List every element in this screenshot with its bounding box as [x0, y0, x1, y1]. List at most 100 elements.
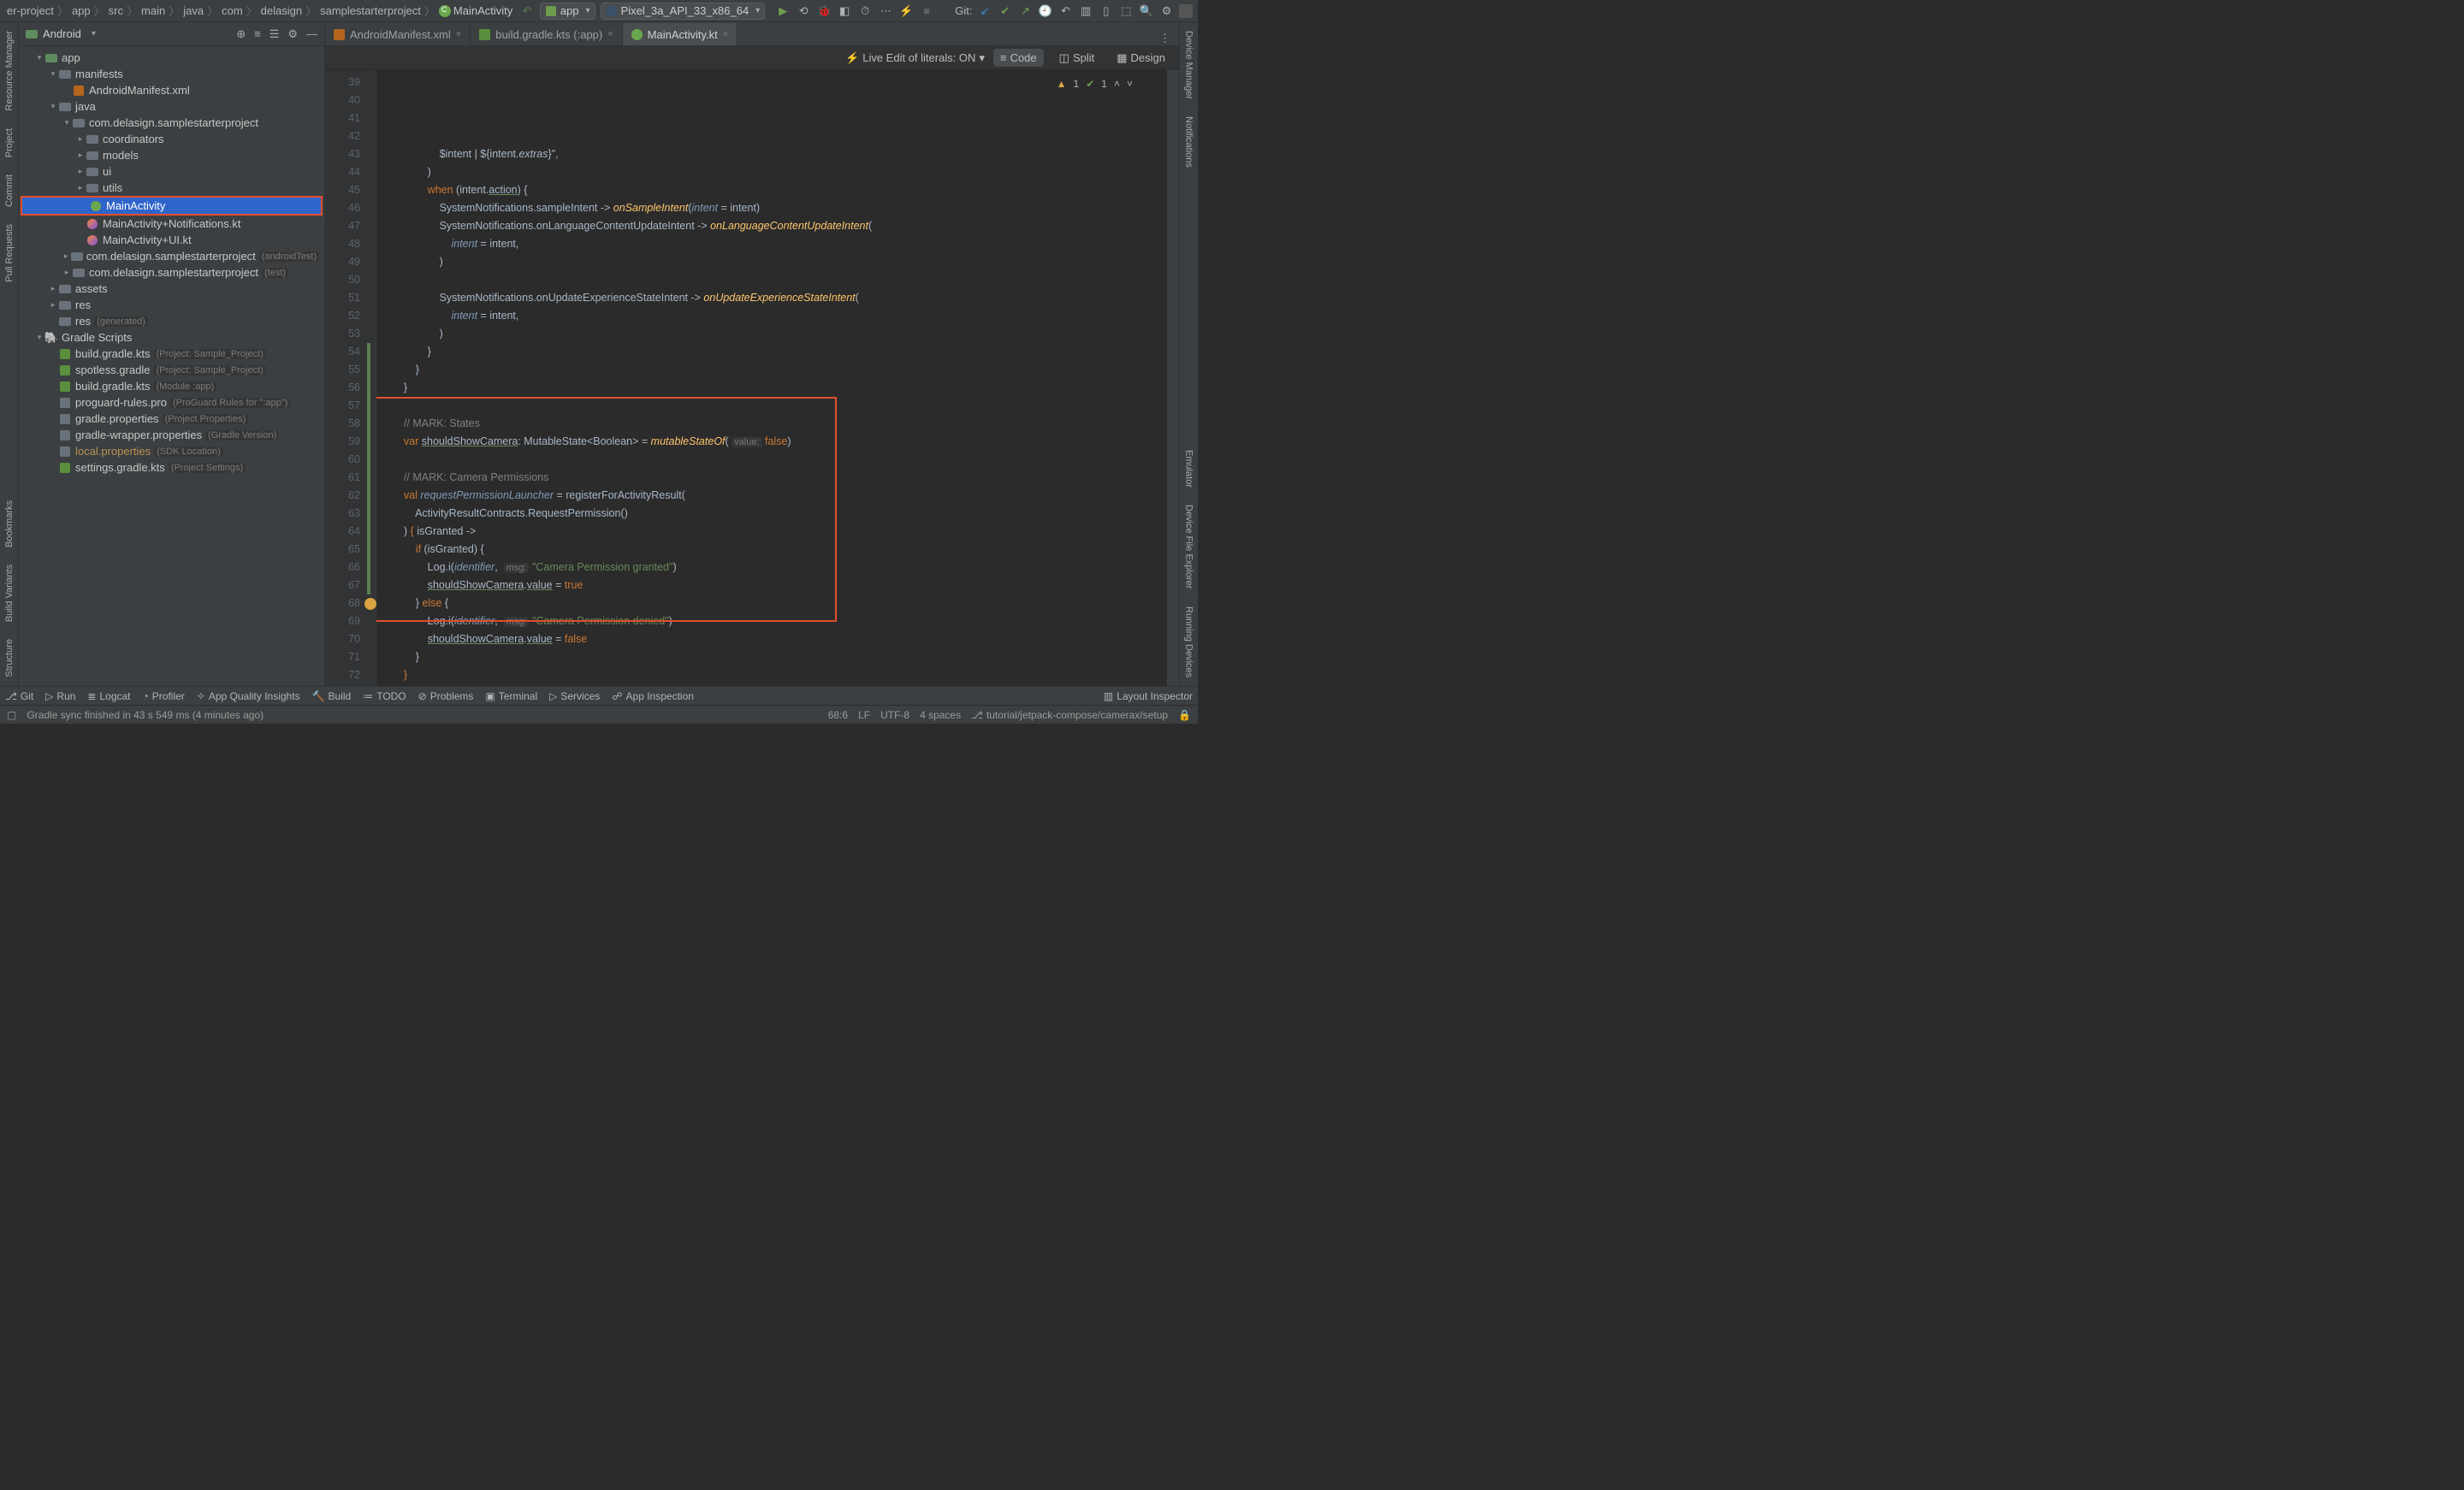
toolwindow-terminal[interactable]: ▣ Terminal — [485, 690, 537, 702]
avd-icon[interactable]: ▥ — [1078, 3, 1093, 19]
toolwindow-structure[interactable]: Structure — [3, 630, 16, 686]
crumb[interactable]: com — [220, 4, 245, 17]
toolwindow-bookmarks[interactable]: Bookmarks — [3, 492, 16, 556]
toolwindow-git[interactable]: ⎇ Git — [5, 690, 33, 702]
toolwindow-emulator[interactable]: Emulator — [1182, 441, 1196, 496]
debug-icon[interactable]: 🐞 — [816, 3, 832, 19]
gear-icon[interactable]: ⚙ — [287, 27, 298, 41]
toolwindow-problems[interactable]: ⊘ Problems — [418, 690, 474, 702]
editor-tab[interactable]: build.gradle.kts (:app)× — [471, 23, 622, 45]
hide-icon[interactable]: — — [306, 27, 317, 41]
crumb[interactable]: delasign — [259, 4, 304, 17]
crumb[interactable]: samplestarterproject — [318, 4, 423, 17]
view-split-button[interactable]: ◫ Split — [1052, 49, 1102, 68]
crumb[interactable]: src — [107, 4, 125, 17]
toolwindow-app-inspection[interactable]: ☍ App Inspection — [612, 690, 694, 702]
chevron-down-icon[interactable]: ˅ — [1127, 75, 1133, 93]
code-editor[interactable]: ▲1 ✔1 ˄ ˅ $intent | ${intent.extras}", )… — [376, 70, 1167, 686]
toolwindow-build[interactable]: 🔨 Build — [312, 690, 352, 702]
package-icon — [71, 251, 83, 263]
run-config-selector[interactable]: app — [540, 3, 595, 20]
tabs-more-icon[interactable]: ⋮ — [1151, 32, 1179, 45]
settings-icon[interactable]: ⚙ — [1159, 3, 1175, 19]
toolwindow-device-file-explorer[interactable]: Device File Explorer — [1182, 496, 1196, 597]
tree-node-mainactivity[interactable]: MainActivity — [22, 198, 321, 214]
crumb[interactable]: main — [139, 4, 167, 17]
toolwindows-toggle-icon[interactable]: ▢ — [7, 709, 16, 721]
toolwindow-run[interactable]: ▷ Run — [45, 690, 75, 702]
target-icon[interactable]: ⊕ — [236, 27, 246, 41]
crumb[interactable]: er-project — [5, 4, 56, 17]
crumb[interactable]: java — [181, 4, 205, 17]
editor-tab[interactable]: AndroidManifest.xml× — [325, 23, 471, 45]
view-code-button[interactable]: ≡ Code — [993, 49, 1044, 67]
inspection-widget[interactable]: ▲1 ✔1 ˄ ˅ — [1057, 75, 1133, 93]
toolwindow-running-devices[interactable]: Running Devices — [1182, 598, 1196, 686]
caret-position[interactable]: 68:6 — [828, 709, 848, 721]
file-encoding[interactable]: UTF-8 — [880, 709, 909, 721]
toolwindow-logcat[interactable]: ≣ Logcat — [87, 690, 130, 702]
account-icon[interactable] — [1179, 4, 1193, 18]
live-edit-toggle[interactable]: ⚡Live Edit of literals: ON▾ — [845, 51, 985, 65]
attach-icon[interactable]: ⋯ — [878, 3, 893, 19]
run-icon[interactable]: ▶ — [775, 3, 791, 19]
vcs-change-marker — [367, 343, 370, 594]
package-icon — [86, 133, 99, 145]
back-icon[interactable]: ↶ — [519, 3, 535, 19]
crumb[interactable]: app — [70, 4, 92, 17]
crumb[interactable]: MainActivity — [437, 4, 514, 17]
package-icon — [72, 267, 86, 279]
vcs-push-icon[interactable]: ↗ — [1018, 3, 1034, 19]
coverage-icon[interactable]: ◧ — [837, 3, 852, 19]
sdk-icon[interactable]: ⬚ — [1119, 3, 1134, 19]
toolwindow-pull-requests[interactable]: Pull Requests — [3, 216, 16, 291]
project-view-selector[interactable]: Android — [26, 27, 96, 40]
toolwindow-resource-manager[interactable]: Resource Manager — [3, 22, 16, 120]
ok-icon: ✔ — [1086, 75, 1094, 93]
editor-tab[interactable]: MainActivity.kt× — [623, 23, 738, 45]
profile-icon[interactable]: ⏱ — [857, 3, 873, 19]
stop-icon[interactable]: ■ — [919, 3, 934, 19]
close-icon[interactable]: × — [456, 29, 461, 39]
class-icon — [89, 200, 103, 212]
readonly-lock-icon[interactable]: 🔒 — [1178, 709, 1191, 721]
close-icon[interactable]: × — [607, 29, 613, 39]
vcs-commit-icon[interactable]: ✔ — [998, 3, 1013, 19]
editor-scrollbar[interactable] — [1167, 70, 1179, 686]
toolwindow-profiler[interactable]: ◔ Profiler — [143, 690, 185, 702]
gradle-icon — [479, 29, 490, 40]
file-icon — [58, 446, 72, 458]
vcs-rollback-icon[interactable]: ↶ — [1058, 3, 1074, 19]
folder-icon — [58, 283, 72, 295]
project-tree[interactable]: ▾app ▾manifests AndroidManifest.xml ▾jav… — [19, 46, 324, 686]
sort-icon[interactable]: ≡ — [254, 27, 261, 41]
toolwindow-services[interactable]: ▷ Services — [549, 690, 600, 702]
toolwindow-commit[interactable]: Commit — [3, 166, 16, 216]
toolwindow-project[interactable]: Project — [3, 120, 16, 166]
close-icon[interactable]: × — [723, 29, 728, 39]
toolwindow-app-quality[interactable]: ✧ App Quality Insights — [197, 690, 300, 702]
device-selector[interactable]: Pixel_3a_API_33_x86_64 — [601, 3, 766, 20]
search-icon[interactable]: 🔍 — [1139, 3, 1154, 19]
indent-setting[interactable]: 4 spaces — [920, 709, 961, 721]
vcs-update-icon[interactable]: ↙ — [977, 3, 992, 19]
view-design-button[interactable]: ▦ Design — [1110, 49, 1172, 68]
filter-icon[interactable]: ☰ — [270, 27, 280, 41]
lightbulb-icon[interactable] — [364, 598, 376, 610]
apply-changes-icon[interactable]: ⚡ — [898, 3, 914, 19]
chevron-up-icon[interactable]: ˄ — [1114, 75, 1120, 93]
rerun-icon[interactable]: ⟲ — [796, 3, 811, 19]
line-separator[interactable]: LF — [858, 709, 870, 721]
gradle-file-icon — [58, 364, 72, 376]
toolwindow-notifications[interactable]: Notifications — [1182, 108, 1196, 176]
status-message: Gradle sync finished in 43 s 549 ms (4 m… — [27, 709, 264, 721]
device-icon[interactable]: ▯ — [1099, 3, 1114, 19]
toolwindow-build-variants[interactable]: Build Variants — [3, 556, 16, 630]
toolwindow-layout-inspector[interactable]: ▥ Layout Inspector — [1104, 690, 1193, 702]
git-branch[interactable]: ⎇ tutorial/jetpack-compose/camerax/setup — [971, 709, 1168, 721]
toolwindow-device-manager[interactable]: Device Manager — [1182, 22, 1196, 108]
package-icon — [86, 166, 99, 178]
navigation-bar: er-project〉 app〉 src〉 main〉 java〉 com〉 d… — [0, 0, 1198, 22]
toolwindow-todo[interactable]: ≔ TODO — [363, 690, 406, 702]
vcs-history-icon[interactable]: 🕘 — [1038, 3, 1053, 19]
